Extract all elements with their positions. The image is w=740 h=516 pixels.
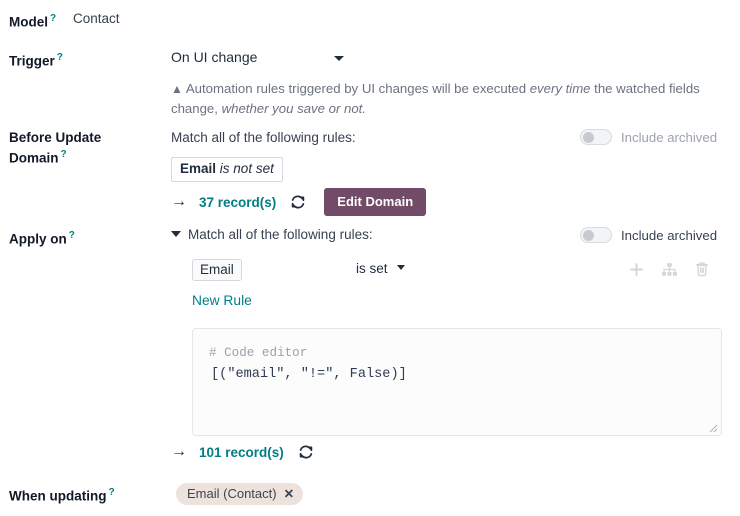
warning-emphasis-2: whether you save or not. xyxy=(221,101,367,116)
apply-on-label: Apply on? xyxy=(9,227,159,248)
when-updating-label-text: When updating xyxy=(9,488,107,504)
facet-operator: is not set xyxy=(219,161,274,176)
warning-text-before: Automation rules triggered by UI changes… xyxy=(185,81,530,96)
before-update-domain-label: Before Update Domain? xyxy=(9,129,159,167)
apply-on-record-line: → 101 record(s) xyxy=(171,444,314,460)
apply-on-match-row: Match all of the following rules: xyxy=(171,227,373,242)
apply-on-rule-field[interactable]: Email xyxy=(192,259,242,281)
rule-operator-value: is set xyxy=(356,261,388,276)
apply-on-include-archived-toggle[interactable]: Include archived xyxy=(580,227,717,243)
model-help-icon[interactable]: ? xyxy=(50,13,56,24)
apply-on-match-text: Match all of the following rules: xyxy=(188,227,373,242)
switch-knob xyxy=(582,131,594,143)
before-update-match-text: Match all of the following rules: xyxy=(171,130,356,145)
before-update-record-line: → 37 record(s) Edit Domain xyxy=(171,188,427,216)
new-rule-link[interactable]: New Rule xyxy=(192,293,252,308)
before-update-facet[interactable]: Email is not set xyxy=(171,157,283,182)
model-value-text: Contact xyxy=(73,11,120,26)
apply-on-help-icon[interactable]: ? xyxy=(69,230,75,241)
warning-triangle-icon: ▲ xyxy=(171,82,183,96)
refresh-icon[interactable] xyxy=(290,194,306,210)
automation-rule-form: Model? Contact Trigger? On UI change ▲ Au… xyxy=(0,0,740,516)
chevron-down-icon[interactable] xyxy=(334,56,344,61)
new-rule-link-wrap: New Rule xyxy=(192,293,252,308)
code-editor[interactable]: # Code editor [("email", "!=", False)] xyxy=(192,328,722,436)
before-update-record-count[interactable]: 37 record(s) xyxy=(199,195,276,210)
rule-node-actions xyxy=(629,261,709,277)
trigger-warning: ▲ Automation rules triggered by UI change… xyxy=(171,79,719,118)
apply-on-record-count[interactable]: 101 record(s) xyxy=(199,445,284,460)
model-label-text: Model xyxy=(9,14,48,30)
facet-field-name: Email xyxy=(180,161,217,176)
branch-icon[interactable] xyxy=(661,262,678,277)
before-update-domain-label-line1: Before Update xyxy=(9,130,102,145)
arrow-right-icon: → xyxy=(171,443,187,460)
field-tag[interactable]: Email (Contact) ✕ xyxy=(176,483,304,505)
apply-on-archived-label: Include archived xyxy=(621,227,718,243)
before-update-archived-label: Include archived xyxy=(621,129,718,145)
trigger-label: Trigger? xyxy=(9,49,159,70)
when-updating-help-icon[interactable]: ? xyxy=(108,487,114,498)
code-editor-placeholder: # Code editor xyxy=(209,346,308,360)
trigger-label-text: Trigger xyxy=(9,53,55,69)
edit-domain-button[interactable]: Edit Domain xyxy=(324,188,427,216)
resize-handle-icon[interactable] xyxy=(706,421,718,433)
trigger-select[interactable]: On UI change xyxy=(171,49,356,65)
close-icon[interactable]: ✕ xyxy=(284,486,294,501)
before-update-domain-help-icon[interactable]: ? xyxy=(61,149,67,160)
apply-on-archived-switch[interactable] xyxy=(580,227,612,243)
warning-emphasis-1: every time xyxy=(529,81,591,96)
plus-icon[interactable] xyxy=(629,262,644,277)
domain-facet[interactable]: Email is not set xyxy=(171,157,283,182)
code-editor-content[interactable]: [("email", "!=", False)] xyxy=(209,363,705,387)
apply-on-label-text: Apply on xyxy=(9,231,67,247)
caret-down-icon[interactable] xyxy=(171,231,181,237)
apply-on-rule-operator[interactable]: is set xyxy=(356,261,405,276)
when-updating-tags: Email (Contact) ✕ xyxy=(176,483,304,505)
before-update-domain-label-line2: Domain xyxy=(9,150,59,166)
before-update-archived-switch[interactable] xyxy=(580,129,612,145)
trigger-help-icon[interactable]: ? xyxy=(57,52,63,63)
arrow-right-icon: → xyxy=(171,193,187,210)
field-tag-label: Email (Contact) xyxy=(187,486,277,501)
trash-icon[interactable] xyxy=(695,261,709,277)
when-updating-label: When updating? xyxy=(9,484,159,505)
before-update-include-archived-toggle[interactable]: Include archived xyxy=(580,129,717,145)
rule-field-chip[interactable]: Email xyxy=(192,259,242,281)
rule-operator-select[interactable]: is set xyxy=(356,261,405,276)
chevron-down-icon[interactable] xyxy=(396,265,405,270)
switch-knob xyxy=(582,229,594,241)
trigger-select-value: On UI change xyxy=(171,49,258,65)
model-value: Contact xyxy=(73,11,120,26)
refresh-icon[interactable] xyxy=(298,444,314,460)
